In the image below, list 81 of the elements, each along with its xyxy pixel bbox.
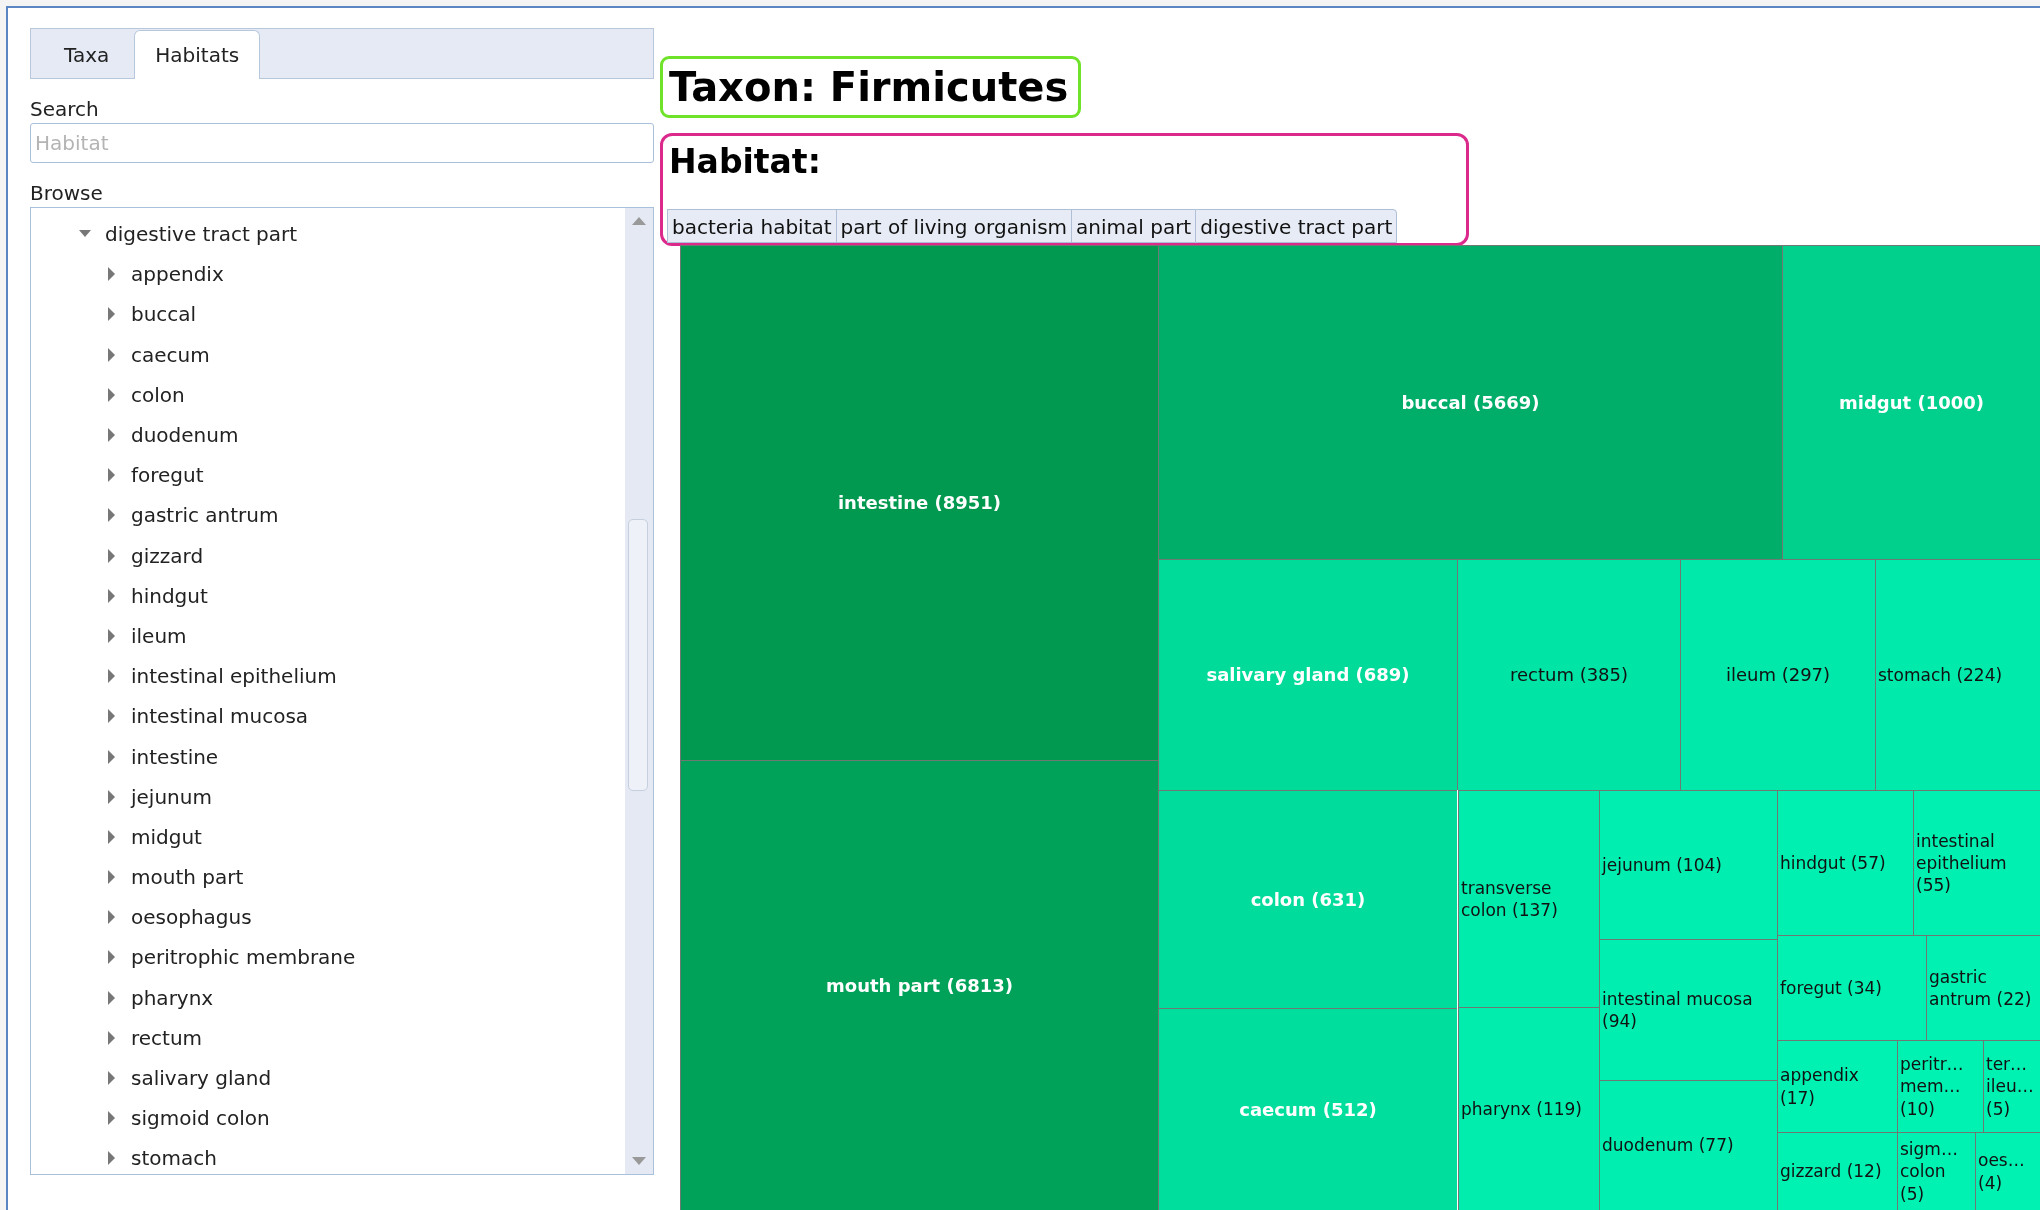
- caret-right-icon[interactable]: [105, 990, 117, 1005]
- tree-item[interactable]: intestinal epithelium: [131, 664, 337, 689]
- caret-right-icon[interactable]: [105, 1111, 117, 1126]
- search-field[interactable]: Habitat: [30, 123, 654, 163]
- tree-item[interactable]: ileum: [131, 623, 187, 648]
- treemap-cell[interactable]: ileum (297): [1680, 559, 1875, 790]
- caret-right-icon[interactable]: [105, 749, 117, 764]
- caret-right-icon[interactable]: [105, 628, 117, 643]
- tree-item[interactable]: pharynx: [131, 985, 214, 1010]
- search-label: Search: [30, 97, 100, 121]
- breadcrumb-item[interactable]: digestive tract part: [1195, 209, 1398, 243]
- tree-item[interactable]: colon: [131, 382, 185, 407]
- treemap-cell[interactable]: sigm… colon (5): [1897, 1132, 1975, 1210]
- treemap-cell[interactable]: rectum (385): [1457, 559, 1680, 790]
- tree-item[interactable]: appendix: [131, 262, 224, 287]
- treemap-cell[interactable]: gastric antrum (22): [1926, 935, 2040, 1040]
- caret-right-icon[interactable]: [105, 1030, 117, 1045]
- caret-right-icon[interactable]: [105, 950, 117, 965]
- scroll-down-icon[interactable]: [632, 1156, 646, 1166]
- tree-item[interactable]: peritrophic membrane: [131, 945, 356, 970]
- treemap-cell[interactable]: intestine (8951): [680, 245, 1158, 760]
- tree-item[interactable]: caecum: [131, 342, 210, 367]
- tree-item[interactable]: foregut: [131, 463, 204, 488]
- tree-item[interactable]: digestive tract part: [105, 222, 298, 247]
- tree-item[interactable]: hindgut: [131, 583, 208, 608]
- caret-right-icon[interactable]: [105, 347, 117, 362]
- caret-right-icon[interactable]: [105, 548, 117, 563]
- tab[interactable]: Habitats: [134, 30, 261, 79]
- tree-item[interactable]: oesophagus: [131, 905, 252, 930]
- tree-item[interactable]: sigmoid colon: [131, 1106, 270, 1131]
- tree-item[interactable]: jejunum: [131, 784, 212, 809]
- treemap-cell[interactable]: stomach (224): [1875, 559, 2040, 790]
- treemap-cell[interactable]: ter… ileu… (5): [1983, 1040, 2040, 1132]
- caret-right-icon[interactable]: [105, 789, 117, 804]
- scroll-up-icon[interactable]: [632, 216, 646, 226]
- tree-item[interactable]: stomach: [131, 1146, 217, 1171]
- treemap-cell[interactable]: pharynx (119): [1458, 1007, 1599, 1210]
- caret-right-icon[interactable]: [105, 508, 117, 523]
- breadcrumb-item[interactable]: part of living organism: [835, 209, 1072, 243]
- treemap-cell[interactable]: peritr… mem… (10): [1897, 1040, 1983, 1132]
- caret-right-icon[interactable]: [105, 267, 117, 282]
- tree-item[interactable]: midgut: [131, 824, 202, 849]
- tree-item[interactable]: intestine: [131, 744, 219, 769]
- browse-label: Browse: [30, 181, 104, 205]
- caret-right-icon[interactable]: [105, 1071, 117, 1086]
- caret-right-icon[interactable]: [105, 669, 117, 684]
- treemap-cell[interactable]: hindgut (57): [1777, 790, 1913, 935]
- caret-right-icon[interactable]: [105, 1151, 117, 1166]
- caret-right-icon[interactable]: [105, 829, 117, 844]
- treemap-cell[interactable]: appendix (17): [1777, 1040, 1897, 1132]
- tree-item[interactable]: salivary gland: [131, 1066, 272, 1091]
- caret-right-icon[interactable]: [105, 468, 117, 483]
- habitat-label: Habitat:: [669, 142, 821, 181]
- tree-item[interactable]: intestinal mucosa: [131, 704, 309, 729]
- scroll-thumb[interactable]: [628, 519, 648, 791]
- tree-item[interactable]: gizzard: [131, 543, 204, 568]
- treemap-cell[interactable]: duodenum (77): [1599, 1080, 1777, 1210]
- treemap-cell[interactable]: gizzard (12): [1777, 1132, 1897, 1210]
- breadcrumb-item[interactable]: animal part: [1071, 209, 1196, 243]
- caret-right-icon[interactable]: [105, 709, 117, 724]
- treemap-cell[interactable]: foregut (34): [1777, 935, 1926, 1040]
- caret-right-icon[interactable]: [105, 387, 117, 402]
- tab[interactable]: Taxa: [43, 30, 131, 79]
- tree-item[interactable]: gastric antrum: [131, 503, 279, 528]
- treemap-cell[interactable]: oes… (4): [1975, 1132, 2040, 1210]
- caret-right-icon[interactable]: [105, 307, 117, 322]
- caret-right-icon[interactable]: [105, 588, 117, 603]
- taxon-title: Taxon: Firmicutes: [660, 56, 1082, 118]
- tree-item[interactable]: mouth part: [131, 865, 244, 890]
- tree-item[interactable]: buccal: [131, 302, 197, 327]
- treemap-cell[interactable]: jejunum (104): [1599, 790, 1777, 939]
- treemap-cell[interactable]: intestinal epithelium (55): [1913, 790, 2040, 935]
- treemap-cell[interactable]: intestinal mucosa (94): [1599, 939, 1777, 1080]
- breadcrumb-item[interactable]: bacteria habitat: [667, 209, 836, 243]
- caret-right-icon[interactable]: [105, 870, 117, 885]
- tree-item[interactable]: rectum: [131, 1025, 203, 1050]
- caret-right-icon[interactable]: [105, 910, 117, 925]
- caret-right-icon[interactable]: [105, 428, 117, 443]
- tree-item[interactable]: duodenum: [131, 423, 239, 448]
- treemap-cell[interactable]: transverse colon (137): [1458, 790, 1599, 1007]
- scrollbar[interactable]: [625, 208, 653, 1174]
